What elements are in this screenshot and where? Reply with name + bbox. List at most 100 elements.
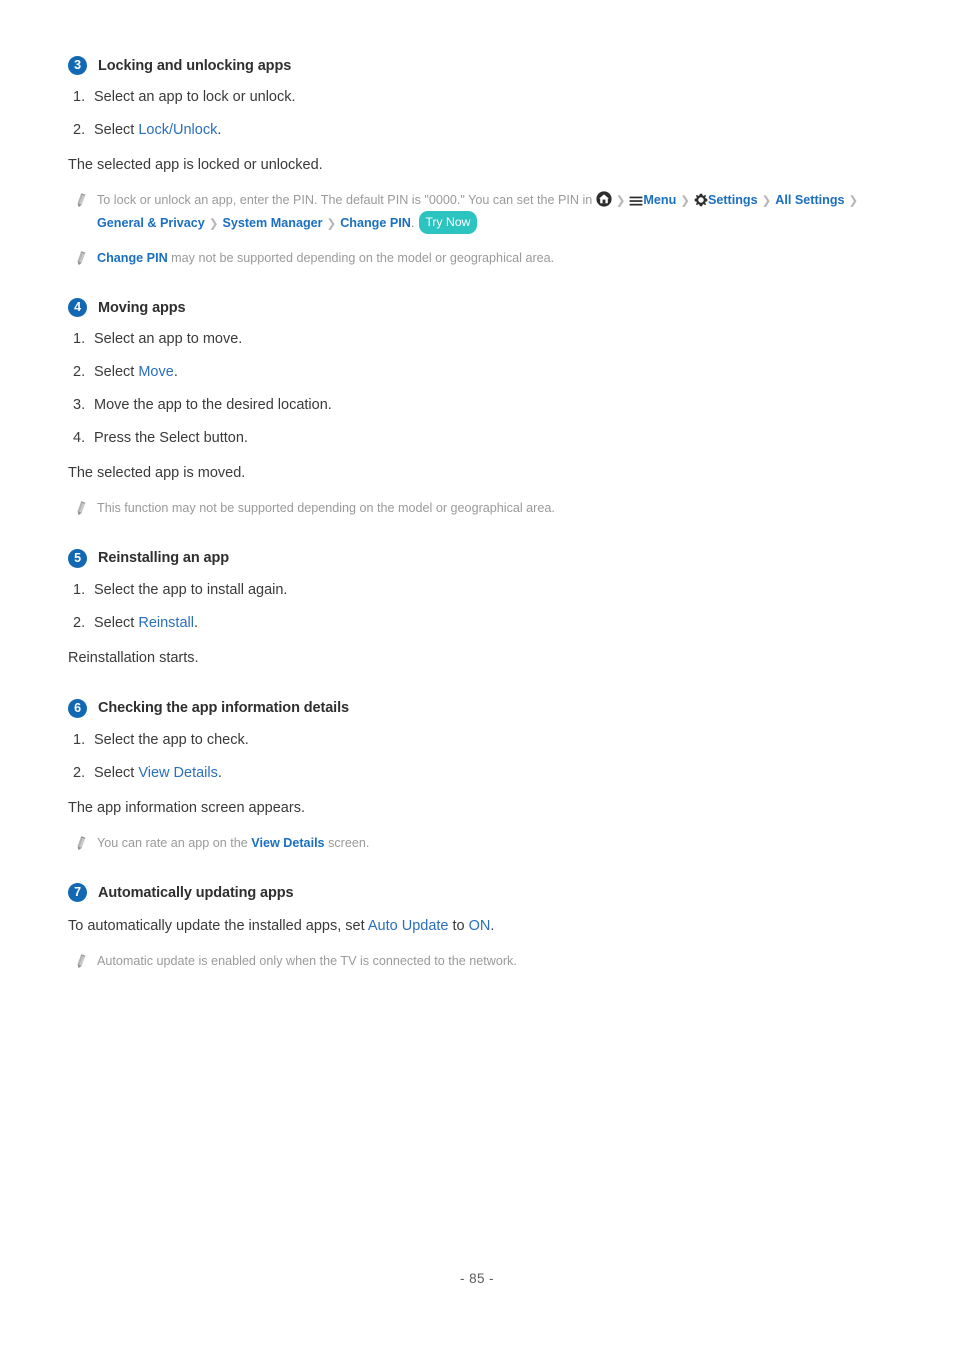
breadcrumb-item-general-and-privacy[interactable]: General & Privacy	[97, 216, 205, 230]
list-item: 1. Select an app to lock or unlock.	[68, 87, 898, 108]
section-result-text: The app information screen appears.	[68, 799, 305, 816]
note-body: Change PIN may not be supported dependin…	[97, 248, 898, 268]
list-item: 4. Press the Select button.	[68, 428, 898, 449]
section-number-badge: 6	[68, 698, 87, 718]
step-number: 2.	[73, 364, 86, 381]
link-lock-unlock[interactable]: Lock/Unlock	[138, 122, 217, 138]
try-now-badge[interactable]: Try Now	[419, 210, 478, 234]
step-number: 2.	[73, 614, 86, 631]
chevron-right-icon: ❯	[326, 217, 337, 230]
section-moving-apps: 4 Moving apps 1. Select an app to move. …	[68, 298, 898, 518]
section-automatically-updating-apps: 7 Automatically updating apps To automat…	[68, 883, 898, 971]
step-text-post: .	[217, 764, 222, 781]
pencil-icon	[74, 954, 88, 970]
step-text: Select Reinstall.	[94, 613, 898, 634]
pencil-icon	[74, 501, 88, 517]
page-content: 3 Locking and unlocking apps 1. Select a…	[68, 56, 898, 972]
chevron-right-icon: ❯	[680, 195, 690, 208]
note-body: Automatic update is enabled only when th…	[97, 954, 517, 969]
note-tail-text: .	[410, 215, 415, 230]
list-item: 2. Select Move.	[68, 362, 898, 383]
link-view-details[interactable]: View Details	[251, 836, 324, 850]
step-list: 1. Select the app to install again. 2. S…	[68, 580, 898, 634]
section-heading: 7 Automatically updating apps	[68, 883, 898, 903]
section-heading: 4 Moving apps	[68, 298, 898, 318]
link-move[interactable]: Move	[138, 364, 173, 380]
list-item: 1. Select an app to move.	[68, 329, 898, 350]
section-number-badge: 5	[68, 548, 87, 568]
breadcrumb-item-all-settings[interactable]: All Settings	[775, 193, 844, 207]
section-title: Automatically updating apps	[98, 884, 294, 901]
step-text-pre: Select	[94, 614, 139, 631]
breadcrumb-item-menu[interactable]: Menu	[643, 193, 676, 207]
section-body-text: To automatically update the installed ap…	[68, 916, 898, 937]
step-text-post: .	[193, 614, 198, 631]
breadcrumb-item-system-manager[interactable]: System Manager	[222, 216, 322, 230]
link-on[interactable]: ON	[469, 918, 491, 934]
note-body: This function may not be supported depen…	[97, 501, 555, 516]
step-text-pre: Select	[94, 364, 139, 381]
section-reinstalling-an-app: 5 Reinstalling an app 1. Select the app …	[68, 548, 898, 669]
document-page: 3 Locking and unlocking apps 1. Select a…	[0, 0, 954, 1350]
pencil-icon	[74, 250, 88, 267]
note-body: You can rate an app on the View Details …	[97, 833, 898, 853]
hamburger-menu-icon[interactable]	[629, 195, 643, 207]
step-text: Select an app to lock or unlock.	[94, 89, 296, 105]
note-pin-path: To lock or unlock an app, enter the PIN.…	[68, 190, 898, 234]
section-number-badge: 4	[68, 298, 87, 318]
breadcrumb-item-change-pin[interactable]: Change PIN	[340, 216, 411, 230]
body-pre-text: To automatically update the installed ap…	[68, 918, 368, 935]
note-text: may not be supported depending on the mo…	[167, 250, 555, 265]
list-item: 1. Select the app to install again.	[68, 580, 898, 601]
step-text: Select the app to check.	[94, 731, 249, 748]
step-list: 1. Select an app to move. 2. Select Move…	[68, 329, 898, 449]
section-title: Checking the app information details	[98, 700, 349, 717]
section-locking-and-unlocking-apps: 3 Locking and unlocking apps 1. Select a…	[68, 56, 898, 268]
home-icon[interactable]	[596, 191, 612, 207]
note-post-text: screen.	[324, 835, 370, 850]
chevron-right-icon: ❯	[761, 195, 772, 208]
step-text-pre: Select	[94, 122, 139, 139]
section-title: Locking and unlocking apps	[98, 57, 292, 74]
step-list: 1. Select the app to check. 2. Select Vi…	[68, 730, 898, 784]
step-text-post: .	[173, 364, 178, 381]
breadcrumb-item-settings[interactable]: Settings	[708, 193, 758, 207]
note-body: To lock or unlock an app, enter the PIN.…	[97, 190, 898, 234]
section-heading: 5 Reinstalling an app	[68, 548, 898, 568]
section-result-text: Reinstallation starts.	[68, 649, 199, 666]
step-number: 1.	[73, 331, 86, 348]
section-result-text: The selected app is moved.	[68, 465, 246, 482]
list-item: 3. Move the app to the desired location.	[68, 395, 898, 416]
link-auto-update[interactable]: Auto Update	[368, 918, 449, 934]
section-checking-app-information-details: 6 Checking the app information details 1…	[68, 698, 898, 853]
step-text-post: .	[217, 122, 222, 139]
step-text-pre: Select	[94, 764, 139, 781]
note-auto-update-network: Automatic update is enabled only when th…	[68, 951, 898, 971]
section-heading: 3 Locking and unlocking apps	[68, 56, 898, 75]
step-text: Select Move.	[94, 362, 898, 383]
page-number: - 85 -	[460, 1271, 494, 1286]
list-item: 2. Select Lock/Unlock.	[68, 120, 898, 141]
section-result-text: The selected app is locked or unlocked.	[68, 157, 323, 174]
step-number: 1.	[73, 731, 86, 748]
step-text: Move the app to the desired location.	[94, 397, 332, 414]
gear-icon[interactable]	[694, 193, 708, 207]
note-lead-text: To lock or unlock an app, enter the PIN.…	[97, 193, 596, 208]
step-number: 2.	[73, 764, 86, 781]
step-number: 1.	[73, 89, 86, 105]
link-change-pin[interactable]: Change PIN	[97, 251, 168, 265]
note-change-pin-support: Change PIN may not be supported dependin…	[68, 248, 898, 268]
step-number: 3.	[73, 397, 86, 414]
link-reinstall[interactable]: Reinstall	[138, 615, 194, 631]
step-number: 1.	[73, 581, 86, 598]
link-view-details[interactable]: View Details	[138, 765, 218, 781]
step-list: 1. Select an app to lock or unlock. 2. S…	[68, 87, 898, 141]
body-post-text: .	[490, 918, 495, 935]
step-number: 2.	[73, 122, 86, 139]
section-number-badge: 7	[68, 883, 87, 903]
list-item: 1. Select the app to check.	[68, 730, 898, 751]
step-text: Select Lock/Unlock.	[94, 120, 898, 141]
step-text: Select the app to install again.	[94, 581, 288, 598]
note-moving-apps-support: This function may not be supported depen…	[68, 498, 898, 518]
list-item: 2. Select Reinstall.	[68, 613, 898, 634]
